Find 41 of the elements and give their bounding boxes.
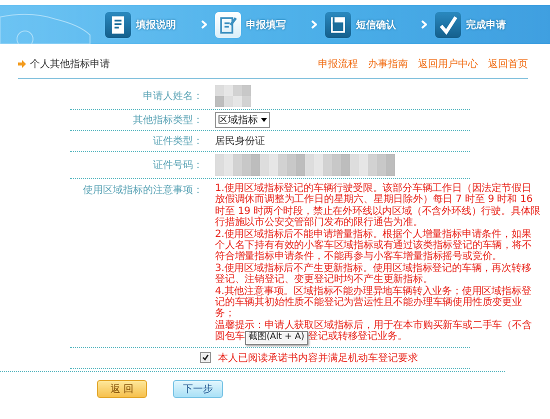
notice-text: 3.使用区域指标后不产生更新指标。使用区域指标登记的车辆，再次转移 (215, 262, 532, 274)
step-label: 填报说明 (136, 18, 176, 32)
field-label: 其他指标类型： (132, 114, 203, 127)
notice-text: 登记、注销登记、变更登记时均不产生更新指标。 (215, 274, 434, 286)
step-label: 申报填写 (246, 18, 286, 32)
chevron-right-icon (201, 20, 207, 29)
notice-text: 2.使用区域指标后不能申请增量指标。根据个人增量指标申请条件，如果 (215, 228, 532, 240)
agree-checkbox[interactable] (200, 352, 211, 364)
notice-text: 4.其他注意事项。区域指标不能办理异地车辆转入业务；使用区域指标登 (215, 286, 532, 297)
notice-text: 温馨提示：申请人获取区域指标后，用于在本市购买新车或二手车（不含 (215, 320, 533, 331)
field-label: 使用区域指标的注意事项： (82, 184, 203, 197)
nav-link[interactable]: 返回用户中心 (418, 57, 478, 71)
notice-text: 个人名下持有有效的小客车区域指标或有通过该类指标登记的车辆，将不 (215, 240, 533, 252)
field-label: 证件类型： (152, 134, 203, 148)
notice-text: 符合增量指标申请条件，不能再参与小客车增量指标摇号或竞价。 (215, 251, 504, 262)
notice-text: 1.使用区域指标登记的车辆行驶受限。该部分车辆工作日（因法定节假日 (215, 183, 532, 194)
field-label: 申请人姓名： (142, 90, 203, 103)
notice-text: 放假调休而调整为工作日的星期六、星期日除外）每日 7 时至 9 时和 16 (215, 194, 534, 206)
notice-text: 时至 19 时两个时段，禁止在外环线以内区域（不含外环线）行驶。具体限 (215, 206, 540, 217)
back-button[interactable]: 返 回 (97, 380, 147, 398)
notice-text: 行措施以市公安交管部门发布的限行通告为准。 (215, 217, 424, 228)
tooltip: 截图(Alt + A) (244, 331, 308, 345)
nav-link[interactable]: 返回首页 (488, 57, 528, 71)
step-label: 短信确认 (356, 18, 396, 32)
field-label: 证件号码： (152, 159, 203, 172)
nav-link[interactable]: 申报流程 (318, 57, 358, 71)
next-button[interactable]: 下一步 (173, 380, 223, 398)
nav-link[interactable]: 办事指南 (368, 57, 408, 71)
index-type-select[interactable]: 区域指标 (215, 112, 270, 128)
field-value: 居民身份证 (215, 136, 265, 147)
step-label: 完成申请 (466, 18, 506, 32)
page-title: 个人其他指标申请 (30, 58, 110, 71)
pixelated-value (215, 85, 251, 107)
notice-text: 记的车辆其初始性质不能登记为营运性且不能办理车辆使用性质变更业 (215, 297, 523, 308)
arrow-right-icon (18, 60, 26, 68)
chevron-right-icon (421, 20, 427, 29)
notice-text: 圆包车 (215, 331, 245, 342)
agree-label: 本人已阅读承诺书内容并满足机动车登记要求 (218, 352, 418, 365)
chevron-right-icon (311, 20, 317, 29)
notice-text: 登记或转移登记业务。 (308, 331, 408, 342)
notice-text: 务； (215, 308, 236, 320)
